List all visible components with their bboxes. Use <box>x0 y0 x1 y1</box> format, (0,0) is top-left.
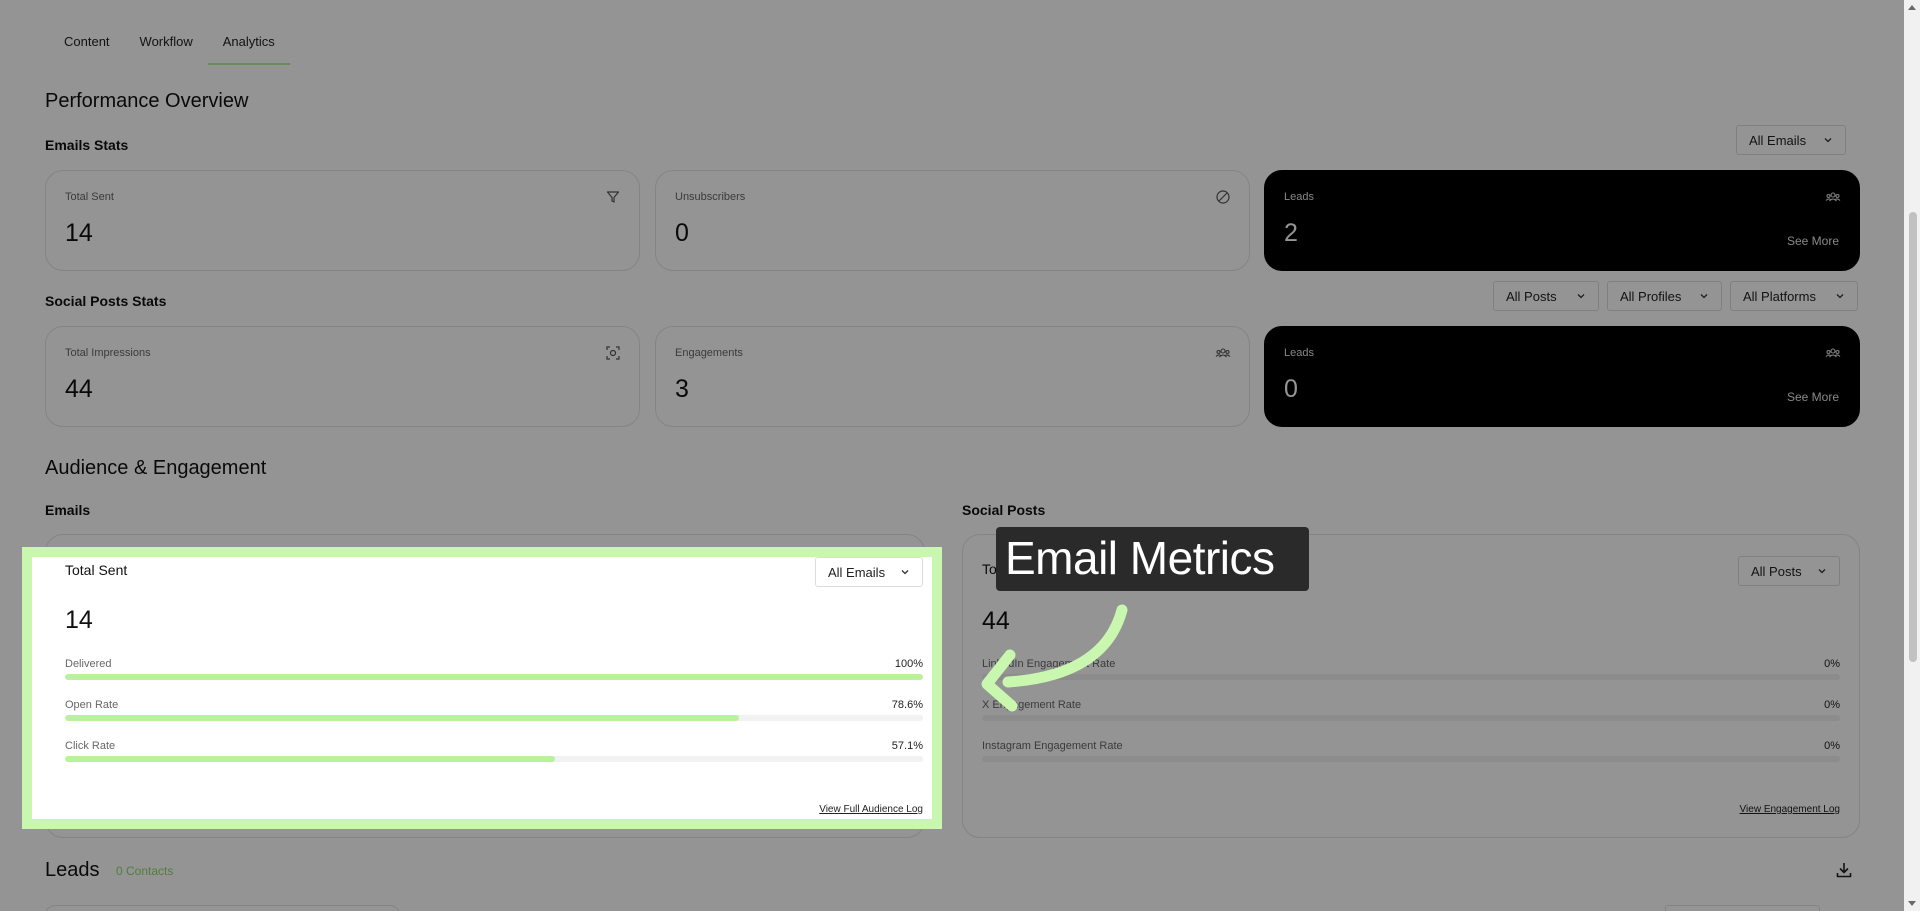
view-full-audience-log-link[interactable]: View Full Audience Log <box>819 804 923 815</box>
social-panel-filter-dropdown[interactable]: All Posts <box>1738 556 1840 586</box>
metric-percent: 0% <box>1824 658 1840 670</box>
metric-percent: 0% <box>1824 699 1840 711</box>
card-label: Total Impressions <box>65 347 151 359</box>
email-total-sent-panel: Total Sent All Emails 14 Delivered 100% … <box>46 555 923 827</box>
emails-heading: Emails <box>45 502 91 518</box>
metric-percent: 57.1% <box>891 740 923 752</box>
pointer-arrow-icon <box>981 604 1128 712</box>
vertical-scrollbar[interactable] <box>1904 0 1920 911</box>
leads-filter-dropdown[interactable] <box>1665 905 1820 911</box>
profiles-filter-dropdown[interactable]: All Profiles <box>1607 281 1722 311</box>
tab-content[interactable]: Content <box>49 28 125 65</box>
emails-stats-title: Emails Stats <box>45 137 129 153</box>
metric-label: Instagram Engagement Rate <box>982 740 1123 752</box>
chevron-down-icon <box>1577 294 1585 299</box>
platforms-filter-dropdown[interactable]: All Platforms <box>1730 281 1858 311</box>
scroll-up-arrow-icon[interactable] <box>1908 5 1916 10</box>
focus-icon <box>606 346 620 360</box>
social-leads-card: Leads 0 See More <box>1264 326 1860 427</box>
chevron-down-icon <box>1824 138 1832 143</box>
social-posts-stats-title: Social Posts Stats <box>45 293 167 309</box>
metric-percent: 78.6% <box>891 699 923 711</box>
panel-value: 14 <box>65 606 93 634</box>
people-icon <box>1825 348 1841 358</box>
audience-engagement-title: Audience & Engagement <box>45 457 267 479</box>
progress-track <box>65 715 923 721</box>
chevron-down-icon <box>1836 294 1844 299</box>
click-rate-metric: Click Rate 57.1% <box>65 740 923 770</box>
metric-percent: 100% <box>894 658 923 670</box>
email-leads-card: Leads 2 See More <box>1264 170 1860 271</box>
card-label: Leads <box>1284 347 1314 359</box>
see-more-link[interactable]: See More <box>1787 390 1839 404</box>
filter-icon <box>606 191 620 203</box>
emails-panel-filter-dropdown[interactable]: All Emails <box>815 557 923 587</box>
total-sent-card: Total Sent 14 <box>45 170 640 271</box>
open-rate-metric: Open Rate 78.6% <box>65 699 923 729</box>
posts-filter-dropdown[interactable]: All Posts <box>1493 281 1599 311</box>
card-value: 3 <box>675 375 689 403</box>
posts-filter-value: All Posts <box>1506 288 1557 304</box>
progress-track <box>982 756 1840 762</box>
card-value: 2 <box>1284 219 1298 247</box>
panel-title: Total Sent <box>65 562 128 578</box>
scroll-thumb[interactable] <box>1909 212 1917 662</box>
engagements-card: Engagements 3 <box>655 326 1250 427</box>
tab-workflow[interactable]: Workflow <box>125 28 208 65</box>
emails-filter-value: All Emails <box>1749 132 1807 148</box>
total-impressions-card: Total Impressions 44 <box>45 326 640 427</box>
people-icon <box>1215 348 1231 358</box>
card-value: 14 <box>65 219 93 247</box>
download-icon[interactable] <box>1834 860 1854 880</box>
email-metrics-callout: Email Metrics <box>996 527 1309 591</box>
progress-fill <box>65 715 740 721</box>
unsubscribers-card: Unsubscribers 0 <box>655 170 1250 271</box>
social-posts-heading: Social Posts <box>962 502 1046 518</box>
chevron-down-icon <box>1818 569 1826 574</box>
prohibited-icon <box>1216 190 1230 204</box>
metric-label: Click Rate <box>65 740 116 752</box>
emails-filter-dropdown[interactable]: All Emails <box>1736 125 1846 155</box>
card-label: Engagements <box>675 347 743 359</box>
card-label: Leads <box>1284 191 1314 203</box>
card-value: 0 <box>675 219 689 247</box>
leads-search-box[interactable] <box>45 905 400 911</box>
tab-bar: Content Workflow Analytics <box>49 28 290 65</box>
progress-fill <box>65 674 923 680</box>
instagram-engagement-metric: Instagram Engagement Rate 0% <box>982 740 1840 770</box>
emails-panel-filter-value: All Emails <box>828 564 886 580</box>
platforms-filter-value: All Platforms <box>1743 288 1816 304</box>
see-more-link[interactable]: See More <box>1787 234 1839 248</box>
card-value: 0 <box>1284 375 1298 403</box>
progress-fill <box>65 756 555 762</box>
metric-label: Delivered <box>65 658 112 670</box>
view-engagement-log-link[interactable]: View Engagement Log <box>1740 804 1840 815</box>
tab-analytics[interactable]: Analytics <box>207 28 290 65</box>
card-label: Total Sent <box>65 191 114 203</box>
profiles-filter-value: All Profiles <box>1620 288 1682 304</box>
progress-track <box>65 756 923 762</box>
metric-percent: 0% <box>1824 740 1840 752</box>
social-panel-filter-value: All Posts <box>1751 563 1802 579</box>
chevron-down-icon <box>901 570 909 575</box>
chevron-down-icon <box>1700 294 1708 299</box>
people-icon <box>1825 192 1841 202</box>
scroll-down-arrow-icon[interactable] <box>1908 901 1916 906</box>
delivered-metric: Delivered 100% <box>65 658 923 688</box>
card-value: 44 <box>65 375 93 403</box>
leads-count-badge: 0 Contacts <box>116 864 174 878</box>
performance-overview-title: Performance Overview <box>45 90 249 112</box>
metric-label: Open Rate <box>65 699 119 711</box>
card-label: Unsubscribers <box>675 191 746 203</box>
leads-title: Leads <box>45 859 100 881</box>
progress-track <box>65 674 923 680</box>
